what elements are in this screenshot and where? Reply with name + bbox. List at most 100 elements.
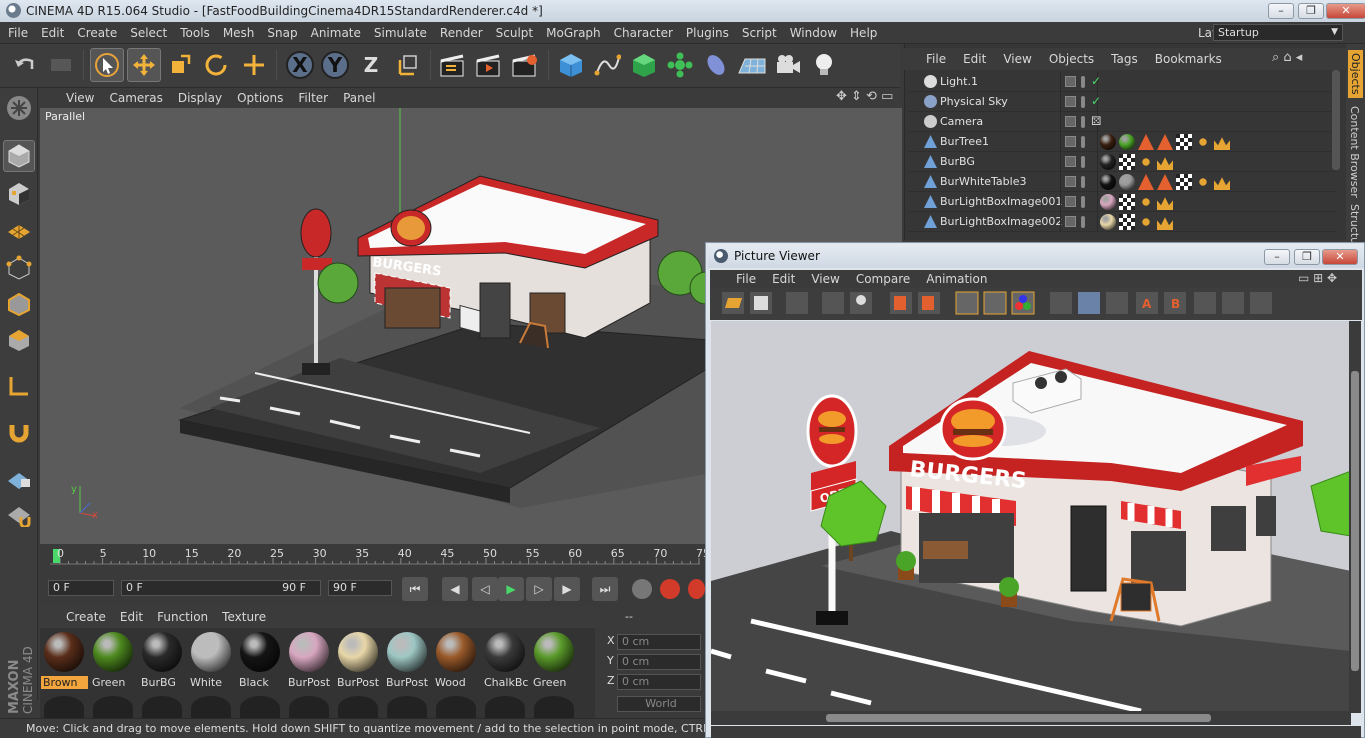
visibility-dots-icon[interactable] [1081,176,1085,188]
menu-script[interactable]: Script [742,26,777,40]
points-mode-button[interactable] [3,252,35,284]
pv-menu-animation[interactable]: Animation [926,272,987,286]
material-tag-icon[interactable] [1119,174,1135,190]
axis-mode-button[interactable] [3,370,35,402]
texture-tag-icon[interactable] [1176,174,1192,190]
viewport-menu-options[interactable]: Options [237,91,283,105]
object-menu-tags[interactable]: Tags [1111,52,1138,66]
coord-space-select[interactable]: World [617,696,701,712]
coord-x-field[interactable]: 0 cm [617,634,701,650]
material-tag-icon[interactable] [1100,154,1116,170]
menu-select[interactable]: Select [130,26,167,40]
object-row[interactable]: BurLightBoxImage002 [908,212,1336,232]
object-row[interactable]: BurWhiteTable3 [908,172,1336,192]
next-key-button[interactable]: ▶ [554,577,580,601]
timeline-ruler[interactable]: 0 5 10 15 20 25 30 35 40 45 50 55 60 65 70 75 [40,546,734,572]
enabled-check-icon[interactable]: ✓ [1091,74,1101,88]
layer-icon[interactable] [1065,176,1076,187]
render-settings-button[interactable] [508,48,542,82]
object-row[interactable]: BurLightBoxImage001 [908,192,1336,212]
texture-mode-button[interactable] [3,178,35,210]
menu-edit[interactable]: Edit [41,26,64,40]
pv-menu-file[interactable]: File [736,272,756,286]
visibility-flags[interactable] [1060,172,1098,192]
material-swatch[interactable]: Green [90,630,137,720]
material-menu-texture[interactable]: Texture [222,610,266,624]
undo-button[interactable] [8,48,42,82]
selection-tag-icon[interactable] [1157,157,1173,170]
close-button[interactable]: ✕ [1326,3,1365,19]
layer-icon[interactable] [1065,156,1076,167]
selection-tag-icon[interactable] [1214,177,1230,190]
snapping-button[interactable] [3,416,35,448]
edges-mode-button[interactable] [3,288,35,320]
visibility-dots-icon[interactable] [1081,216,1085,228]
render-picture-viewer-button[interactable] [472,48,506,82]
menu-animate[interactable]: Animate [311,26,361,40]
selection-tag-icon[interactable] [1157,197,1173,210]
search-icon[interactable]: ⌕ ⌂ ◂ [1272,50,1302,65]
menu-tools[interactable]: Tools [180,26,210,40]
layer-icon[interactable] [1065,136,1076,147]
pv-maximize-button[interactable]: ❐ [1294,249,1320,265]
pv-menu-compare[interactable]: Compare [856,272,910,286]
visibility-dots-icon[interactable] [1081,116,1085,128]
menu-simulate[interactable]: Simulate [374,26,427,40]
object-menu-view[interactable]: View [1003,52,1031,66]
material-swatch[interactable]: BurPost [335,630,382,720]
menu-window[interactable]: Window [790,26,837,40]
phong-tag-icon[interactable] [1138,134,1154,150]
current-frame-field[interactable]: 0 F [48,580,114,596]
target-tag-icon[interactable]: ⚄ [1091,114,1101,128]
camera-object-button[interactable] [771,48,805,82]
scale-tool-button[interactable] [163,48,197,82]
coordinate-system-button[interactable] [391,48,425,82]
menu-sculpt[interactable]: Sculpt [496,26,533,40]
object-row[interactable]: BurTree1 [908,132,1336,152]
minimize-button[interactable]: – [1268,3,1294,19]
visibility-flags[interactable] [1060,192,1098,212]
phong-tag-icon[interactable] [1157,174,1173,190]
material-swatch[interactable]: ChalkBc [482,630,529,720]
play-button[interactable]: ▶ [498,577,524,601]
viewport-menu-display[interactable]: Display [178,91,222,105]
object-menu-edit[interactable]: Edit [963,52,986,66]
material-menu-function[interactable]: Function [157,610,208,624]
subdivision-surface-button[interactable] [627,48,661,82]
z-axis-lock-button[interactable]: Z [354,48,388,82]
material-tag-icon[interactable] [1100,134,1116,150]
recent-tool-button[interactable] [237,48,271,82]
pv-menu-edit[interactable]: Edit [772,272,795,286]
object-row[interactable]: BurBG [908,152,1336,172]
picture-viewer-titlebar[interactable]: Picture Viewer – ❐ ✕ [708,244,1364,268]
uvw-tag-icon[interactable] [1195,134,1211,150]
coord-y-field[interactable]: 0 cm [617,654,701,670]
layer-icon[interactable] [1065,96,1076,107]
rendered-image[interactable]: BURGERS OPEN [711,321,1351,711]
frame-range-slider[interactable]: 0 F 90 F [121,580,321,596]
material-tag-icon[interactable] [1100,214,1116,230]
keyframe-selection-button[interactable] [688,579,705,599]
light-object-button[interactable] [807,48,841,82]
texture-tag-icon[interactable] [1119,214,1135,230]
menu-character[interactable]: Character [614,26,673,40]
phong-tag-icon[interactable] [1138,174,1154,190]
menu-help[interactable]: Help [850,26,877,40]
visibility-flags[interactable] [1060,152,1098,172]
object-menu-file[interactable]: File [926,52,946,66]
texture-tag-icon[interactable] [1119,154,1135,170]
menu-render[interactable]: Render [440,26,483,40]
redo-button[interactable] [44,48,78,82]
pv-panel-icons[interactable]: ▭ ⊞ ✥ [1298,271,1337,285]
enabled-check-icon[interactable]: ✓ [1091,94,1101,108]
x-axis-lock-button[interactable]: X [283,48,317,82]
material-tag-icon[interactable] [1119,134,1135,150]
material-swatch[interactable]: BurPost [384,630,431,720]
viewport-menu-panel[interactable]: Panel [343,91,375,105]
layer-icon[interactable] [1065,116,1076,127]
viewport-menu-filter[interactable]: Filter [298,91,328,105]
deformer-button[interactable] [699,48,733,82]
layer-icon[interactable] [1065,196,1076,207]
visibility-dots-icon[interactable] [1081,196,1085,208]
material-swatch[interactable]: Wood [433,630,480,720]
